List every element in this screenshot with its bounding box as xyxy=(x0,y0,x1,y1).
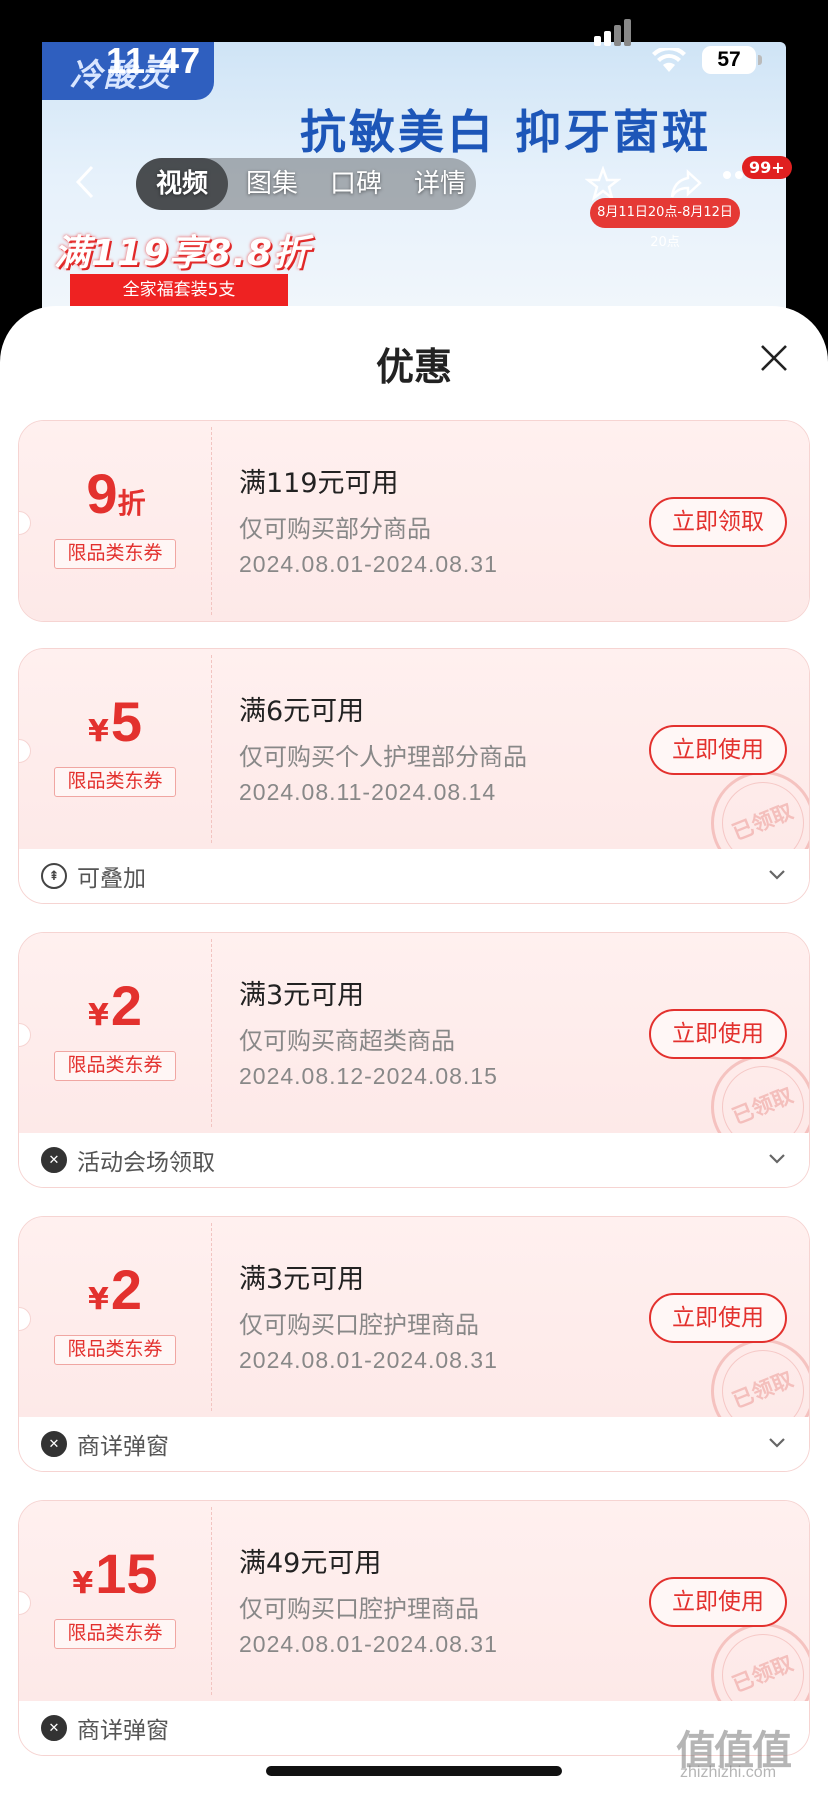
coupon-sheet: 优惠 9折 限品类东券 满119元可用 仅可购买部分商品 2024.08.01-… xyxy=(0,306,828,1796)
coupon-condition: 满3元可用 xyxy=(239,1264,365,1295)
coupon-type-tag: 限品类东券 xyxy=(54,1335,176,1365)
chevron-down-icon[interactable] xyxy=(767,867,787,881)
coupon-body: ¥15 限品类东券 满49元可用 仅可购买口腔护理商品 2024.08.01-2… xyxy=(19,1501,809,1743)
coupon-condition: 满119元可用 xyxy=(239,468,399,499)
coupon-currency: ¥ xyxy=(87,998,109,1033)
coupon-footer[interactable]: ✕ 活动会场领取 xyxy=(19,1133,809,1187)
coupon-card: ¥2 限品类东券 满3元可用 仅可购买商超类商品 2024.08.12-2024… xyxy=(18,932,810,1188)
coupon-value: 15 xyxy=(95,1542,158,1605)
use-button[interactable]: 立即使用 xyxy=(649,725,787,775)
tab-details[interactable]: 详情 xyxy=(400,158,480,210)
coupon-divider xyxy=(211,1507,212,1695)
promo-subtext: 全家福套装5支 xyxy=(70,274,288,306)
coupon-footer-label: 活动会场领取 xyxy=(77,1150,215,1176)
ticket-icon: ✕ xyxy=(41,1715,67,1741)
coupon-divider xyxy=(211,655,212,843)
ticket-icon: ✕ xyxy=(41,1147,67,1173)
coupon-divider xyxy=(211,939,212,1127)
coupon-scope: 仅可购买口腔护理商品 xyxy=(239,1595,479,1623)
coupon-divider xyxy=(211,427,212,615)
coupon-unit: 折 xyxy=(117,487,146,520)
coupon-condition: 满3元可用 xyxy=(239,980,365,1011)
coupon-amount: ¥15 xyxy=(19,1541,211,1606)
use-button[interactable]: 立即使用 xyxy=(649,1009,787,1059)
star-icon[interactable] xyxy=(585,166,621,202)
coupon-value: 9 xyxy=(86,462,118,525)
back-icon[interactable] xyxy=(74,164,96,200)
tab-reviews[interactable]: 口碑 xyxy=(316,158,396,210)
stack-icon: ⇞ xyxy=(41,863,67,889)
coupon-validity: 2024.08.11-2024.08.14 xyxy=(239,779,497,805)
coupon-amount: ¥5 xyxy=(19,689,211,754)
coupon-validity: 2024.08.01-2024.08.31 xyxy=(239,1347,498,1373)
use-button[interactable]: 立即使用 xyxy=(649,1293,787,1343)
coupon-body: 9折 限品类东券 满119元可用 仅可购买部分商品 2024.08.01-202… xyxy=(19,421,809,621)
coupon-value: 2 xyxy=(110,1258,143,1321)
coupon-validity: 2024.08.01-2024.08.31 xyxy=(239,551,498,577)
coupon-card: 9折 限品类东券 满119元可用 仅可购买部分商品 2024.08.01-202… xyxy=(18,420,810,622)
coupon-footer-label: 商详弹窗 xyxy=(77,1718,169,1744)
coupon-currency: ¥ xyxy=(87,1282,109,1317)
coupon-card: ¥5 限品类东券 满6元可用 仅可购买个人护理部分商品 2024.08.11-2… xyxy=(18,648,810,904)
coupon-scope: 仅可购买个人护理部分商品 xyxy=(239,743,527,771)
coupon-footer[interactable]: ✕ 商详弹窗 xyxy=(19,1417,809,1471)
coupon-scope: 仅可购买口腔护理商品 xyxy=(239,1311,479,1339)
coupon-amount: ¥2 xyxy=(19,973,211,1038)
coupon-footer-label: 可叠加 xyxy=(77,866,146,892)
coupon-card: ¥2 限品类东券 满3元可用 仅可购买口腔护理商品 2024.08.01-202… xyxy=(18,1216,810,1472)
coupon-validity: 2024.08.01-2024.08.31 xyxy=(239,1631,498,1657)
battery-icon: 57 xyxy=(702,46,762,74)
wifi-icon xyxy=(652,48,686,72)
home-indicator[interactable] xyxy=(266,1766,562,1776)
close-icon[interactable] xyxy=(758,342,790,374)
coupon-type-tag: 限品类东券 xyxy=(54,539,176,569)
coupon-body: ¥2 限品类东券 满3元可用 仅可购买商超类商品 2024.08.12-2024… xyxy=(19,933,809,1175)
watermark-url: zhizhizhi.com xyxy=(680,1764,777,1781)
use-button[interactable]: 立即使用 xyxy=(649,1577,787,1627)
coupon-condition: 满6元可用 xyxy=(239,696,365,727)
cart-badge: 99+ xyxy=(742,156,792,179)
coupon-scope: 仅可购买商超类商品 xyxy=(239,1027,455,1055)
coupon-amount: 9折 xyxy=(19,461,211,526)
coupon-amount: ¥2 xyxy=(19,1257,211,1322)
ticket-icon: ✕ xyxy=(41,1431,67,1457)
coupon-currency: ¥ xyxy=(72,1566,94,1601)
chevron-down-icon[interactable] xyxy=(767,1435,787,1449)
coupon-scope: 仅可购买部分商品 xyxy=(239,515,431,543)
coupon-currency: ¥ xyxy=(87,714,109,749)
promo-text: 满119享8.8折 xyxy=(54,233,310,274)
coupon-value: 2 xyxy=(110,974,143,1037)
coupon-body: ¥2 限品类东券 满3元可用 仅可购买口腔护理商品 2024.08.01-202… xyxy=(19,1217,809,1459)
media-tabs: 视频 图集 口碑 详情 xyxy=(136,158,480,210)
share-icon[interactable] xyxy=(668,166,704,202)
coupon-body: ¥5 限品类东券 满6元可用 仅可购买个人护理部分商品 2024.08.11-2… xyxy=(19,649,809,891)
status-time: 11:47 xyxy=(106,40,202,81)
coupon-type-tag: 限品类东券 xyxy=(54,767,176,797)
tab-gallery[interactable]: 图集 xyxy=(232,158,312,210)
coupon-type-tag: 限品类东券 xyxy=(54,1051,176,1081)
coupon-type-tag: 限品类东券 xyxy=(54,1619,176,1649)
chevron-down-icon[interactable] xyxy=(767,1151,787,1165)
promo-time-tag: 8月11日20点-8月12日20点 xyxy=(590,198,740,250)
coupon-validity: 2024.08.12-2024.08.15 xyxy=(239,1063,498,1089)
coupon-footer[interactable]: ⇞ 可叠加 xyxy=(19,849,809,903)
product-banner: 冷酸灵 抗敏美白 抑牙菌斑 11:47 57 视频 图集 口碑 详情 99+ 满… xyxy=(0,0,828,330)
tab-video[interactable]: 视频 xyxy=(136,158,229,210)
claim-button[interactable]: 立即领取 xyxy=(649,497,787,547)
coupon-condition: 满49元可用 xyxy=(239,1548,382,1579)
coupon-value: 5 xyxy=(110,690,143,753)
sheet-title: 优惠 xyxy=(375,345,452,389)
coupon-divider xyxy=(211,1223,212,1411)
coupon-footer-label: 商详弹窗 xyxy=(77,1434,169,1460)
banner-headline: 抗敏美白 抑牙菌斑 xyxy=(300,105,712,159)
